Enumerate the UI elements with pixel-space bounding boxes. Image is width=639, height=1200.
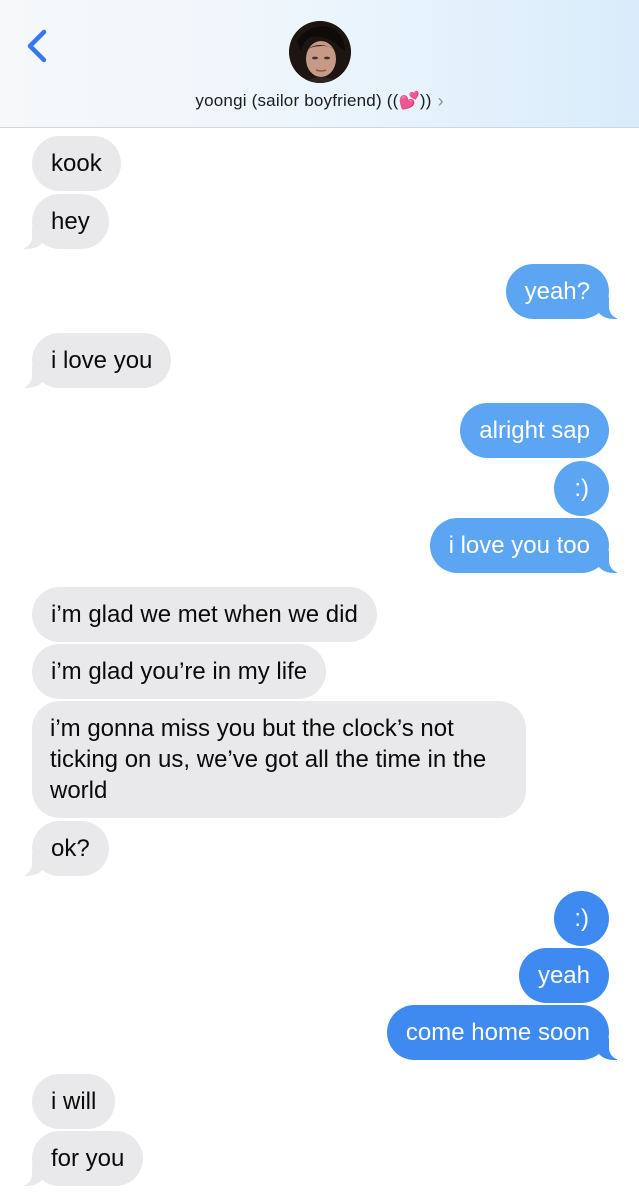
contact-details-link[interactable]: yoongi (sailor boyfriend) ((💕)) › (0, 88, 639, 114)
message-text: yeah? (524, 278, 590, 305)
contact-name: yoongi (sailor boyfriend) ((💕)) (195, 91, 432, 110)
received-message[interactable]: i’m glad we met when we did (32, 587, 377, 642)
received-message[interactable]: hey (18, 194, 109, 249)
message-text: i’m glad you’re in my life (51, 658, 308, 685)
message-text: i’m glad we met when we did (51, 601, 358, 628)
sent-message[interactable]: come home soon (386, 1005, 624, 1060)
received-message[interactable]: ok? (18, 821, 109, 876)
chevron-left-icon (27, 29, 47, 63)
message-text: i love you too (448, 532, 590, 559)
message-text: come home soon (405, 1019, 590, 1046)
avatar-photo (289, 21, 351, 83)
message-text: alright sap (479, 417, 590, 444)
sent-message[interactable]: :) (554, 891, 609, 946)
message-text: :) (574, 475, 589, 502)
avatar[interactable] (289, 21, 351, 83)
received-message[interactable]: i’m gonna miss you but the clock’s not t… (32, 701, 526, 818)
conversation-header: yoongi (sailor boyfriend) ((💕)) › (0, 0, 639, 128)
message-text: kook (51, 150, 102, 177)
received-message[interactable]: kook (32, 136, 121, 191)
back-button[interactable] (18, 24, 58, 68)
sent-message[interactable]: yeah? (505, 264, 624, 319)
sent-message[interactable]: yeah (518, 948, 609, 1003)
sent-message[interactable]: alright sap (460, 403, 609, 458)
received-message[interactable]: i love you (17, 333, 172, 388)
sent-message[interactable]: i love you too (429, 518, 624, 573)
chevron-right-icon: › (437, 91, 444, 111)
message-text: for you (51, 1145, 125, 1172)
message-text: i’m gonna miss you but the clock’s not t… (50, 715, 487, 804)
message-text: yeah (537, 962, 590, 989)
message-text: :) (574, 905, 589, 932)
message-text: ok? (51, 835, 90, 862)
message-text: i love you (51, 347, 153, 374)
received-message[interactable]: for you (17, 1131, 144, 1186)
message-text: i will (51, 1088, 97, 1115)
message-text: hey (51, 208, 90, 235)
sent-message[interactable]: :) (554, 461, 609, 516)
received-message[interactable]: i will (32, 1074, 116, 1129)
received-message[interactable]: i’m glad you’re in my life (32, 644, 327, 699)
